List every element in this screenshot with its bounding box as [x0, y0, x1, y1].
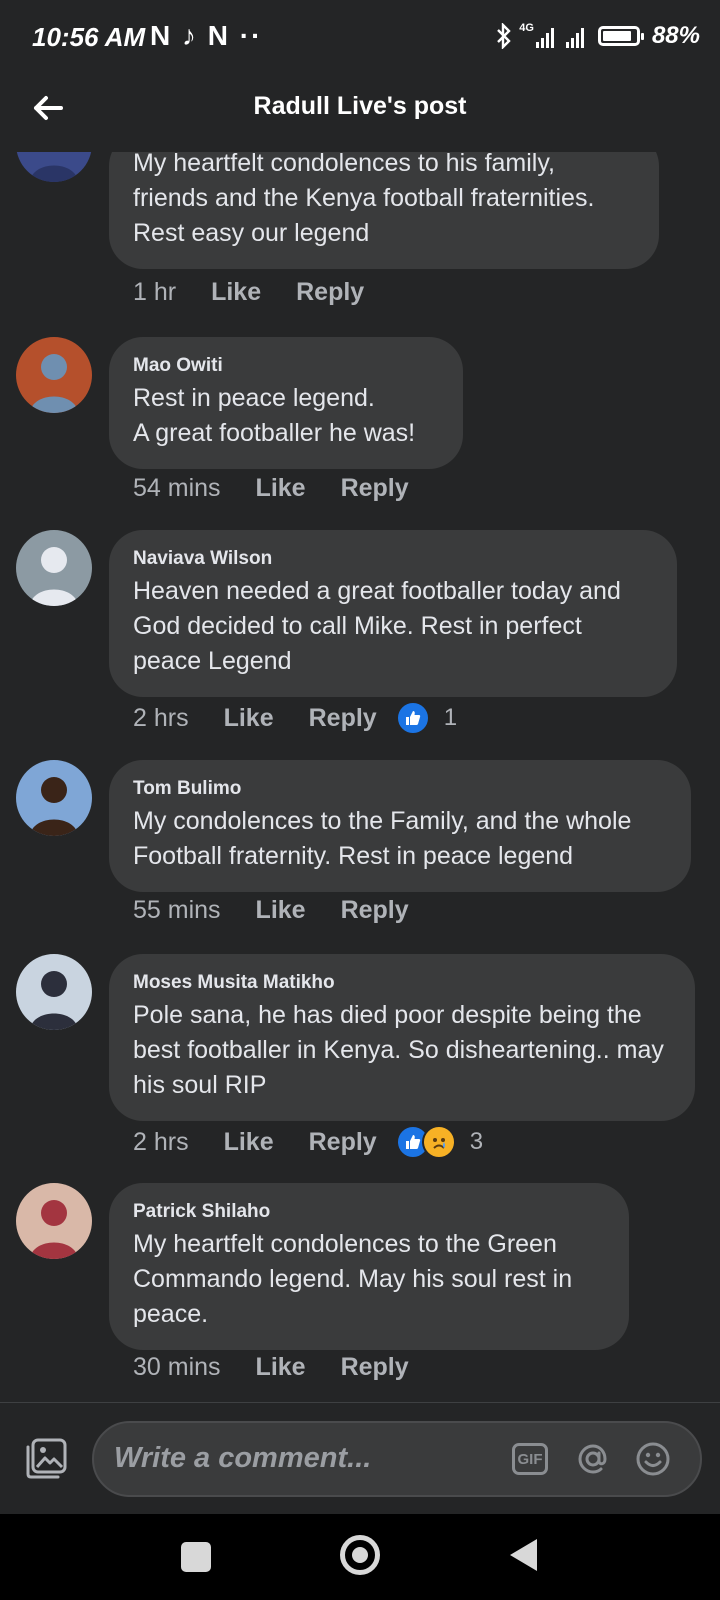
notification-icons: N ♪ N ·· [150, 20, 263, 51]
photo-gallery-icon [26, 1438, 67, 1479]
comment-time: 2 hrs [133, 1127, 189, 1156]
signal-icon-2 [565, 24, 584, 48]
comment-time: 2 hrs [133, 703, 189, 732]
sad-reaction-icon [421, 1125, 456, 1159]
comment-time: 55 mins [133, 896, 221, 924]
comment-meta: 54 mins Like Reply [133, 474, 444, 503]
like-button[interactable]: Like [224, 704, 274, 733]
comment-bubble[interactable]: Tom Bulimo My condolences to the Family,… [109, 760, 691, 892]
circle-icon[interactable] [340, 1535, 380, 1575]
comment-bubble[interactable]: Moses Musita Matikho Pole sana, he has d… [109, 954, 695, 1121]
like-button[interactable]: Like [224, 1128, 274, 1157]
at-sign-icon [578, 1444, 607, 1474]
comment-text: My heartfelt condolences to his family, … [133, 152, 595, 247]
comment-author[interactable]: Naviava Wilson [133, 548, 653, 570]
avatar[interactable] [16, 760, 92, 836]
comment-meta: 30 mins Like Reply [133, 1353, 444, 1382]
avatar[interactable] [16, 337, 92, 413]
comment-time: 30 mins [133, 1353, 221, 1381]
reaction-count: 1 [443, 704, 458, 731]
comment-author[interactable]: Patrick Shilaho [133, 1201, 605, 1223]
comment-text: Heaven needed a great footballer today a… [133, 577, 621, 675]
comment-text: My heartfelt condolences to the Green Co… [133, 1230, 573, 1328]
avatar[interactable] [16, 530, 92, 606]
network-type: 4G [519, 22, 534, 34]
avatar[interactable] [16, 1183, 92, 1259]
comment-feed[interactable]: My heartfelt condolences to his family, … [0, 152, 720, 1402]
triangle-back-icon[interactable] [510, 1539, 537, 1571]
battery-icon [597, 26, 644, 46]
comment-author[interactable]: Mao Owiti [133, 355, 439, 377]
like-button[interactable]: Like [211, 278, 261, 307]
mention-button[interactable] [574, 1440, 612, 1478]
reply-button[interactable]: Reply [341, 896, 409, 925]
avatar[interactable] [16, 152, 92, 182]
comment-meta: 2 hrs Like Reply 1 [133, 701, 457, 735]
comment-time: 54 mins [133, 474, 221, 502]
reaction-summary[interactable]: 1 [395, 701, 458, 735]
gif-button[interactable]: GIF [512, 1443, 548, 1475]
status-right: 4G 88% [495, 22, 700, 50]
reply-button[interactable]: Reply [309, 704, 377, 733]
emoji-button[interactable] [634, 1440, 672, 1478]
comment-bubble[interactable]: Mao Owiti Rest in peace legend. A great … [109, 337, 463, 469]
reaction-summary[interactable]: 3 [395, 1125, 484, 1159]
comment-meta: 2 hrs Like Reply 3 [133, 1125, 483, 1159]
reply-button[interactable]: Reply [341, 1353, 409, 1382]
comment-bubble[interactable]: Patrick Shilaho My heartfelt condolences… [109, 1183, 629, 1350]
square-icon[interactable] [181, 1542, 211, 1572]
signal-icon [535, 24, 554, 48]
comment-text: Rest in peace legend. A great footballer… [133, 384, 416, 447]
like-button[interactable]: Like [256, 896, 306, 925]
like-button[interactable]: Like [256, 474, 306, 503]
status-bar: 10:56 AM N ♪ N ·· 4G 88% [0, 0, 720, 76]
comment-meta: 1 hr Like Reply [133, 278, 399, 307]
like-button[interactable]: Like [256, 1353, 306, 1382]
battery-percent: 88% [651, 22, 700, 49]
reaction-count: 3 [469, 1128, 484, 1155]
smiley-icon [636, 1442, 670, 1476]
comment-text: My condolences to the Family, and the wh… [133, 807, 632, 870]
comment-bubble[interactable]: My heartfelt condolences to his family, … [109, 152, 659, 269]
bluetooth-icon [497, 23, 511, 49]
comment-time: 1 hr [133, 278, 177, 306]
system-nav-bar [0, 1514, 720, 1600]
comment-author[interactable]: Tom Bulimo [133, 778, 667, 800]
like-reaction-icon [395, 701, 430, 735]
comment-placeholder: Write a comment... [114, 1442, 372, 1474]
comment-meta: 55 mins Like Reply [133, 896, 444, 925]
comment-author[interactable]: Moses Musita Matikho [133, 972, 677, 994]
comment-composer: Write a comment... GIF [0, 1402, 720, 1514]
reply-button[interactable]: Reply [341, 474, 409, 503]
avatar[interactable] [16, 954, 92, 1030]
comment-bubble[interactable]: Naviava Wilson Heaven needed a great foo… [109, 530, 677, 697]
post-header: Radull Live's post [0, 76, 720, 152]
page-title: Radull Live's post [253, 92, 467, 120]
photo-button[interactable] [24, 1437, 68, 1481]
comment-input[interactable]: Write a comment... GIF [92, 1421, 702, 1497]
comment-text: Pole sana, he has died poor despite bein… [133, 1001, 664, 1099]
status-time: 10:56 AM [32, 22, 146, 52]
reply-button[interactable]: Reply [309, 1128, 377, 1157]
reply-button[interactable]: Reply [296, 278, 364, 307]
